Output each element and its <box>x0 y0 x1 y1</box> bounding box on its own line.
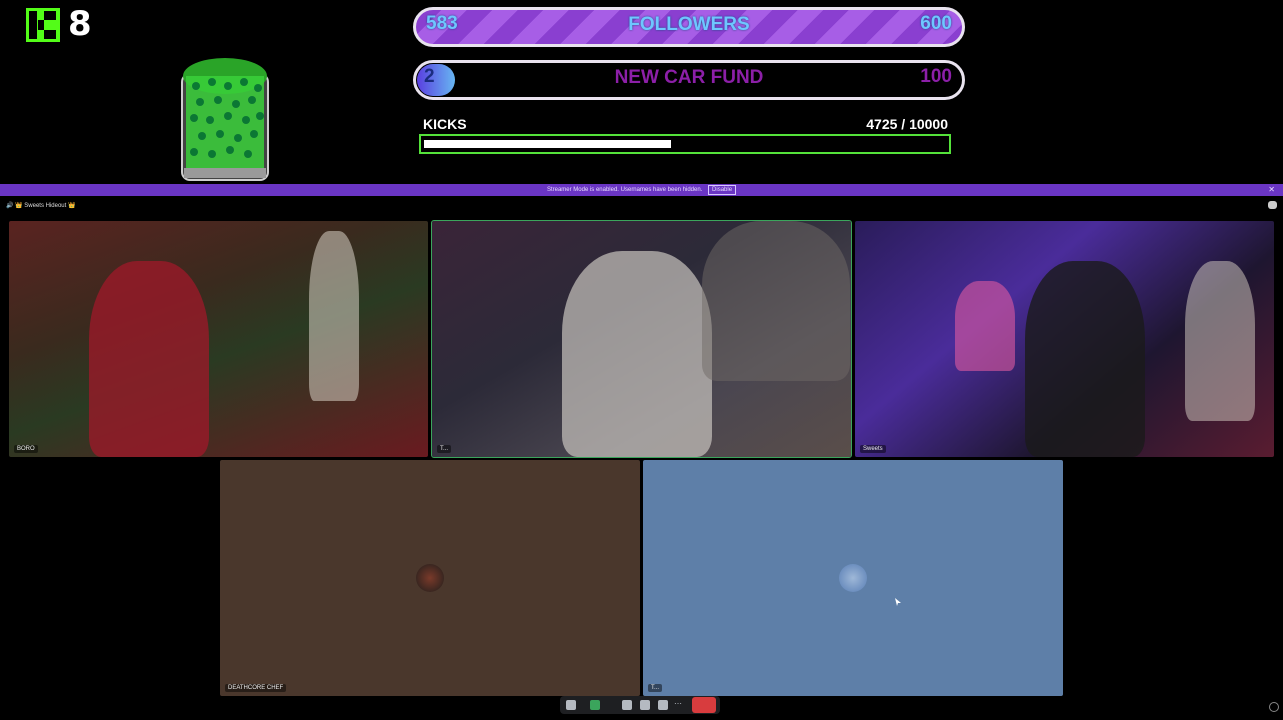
screen-share-icon[interactable] <box>622 700 632 710</box>
car-fund-current: 2 <box>424 66 435 87</box>
call-controls-bar: ⋯ <box>560 696 720 714</box>
tile-username: BORO <box>14 445 38 453</box>
activity-icon[interactable] <box>640 700 650 710</box>
disconnect-button[interactable] <box>692 697 716 713</box>
video-tile[interactable]: Sweets <box>855 221 1274 457</box>
video-tile[interactable]: BORO <box>9 221 428 457</box>
video-tile[interactable]: DEATHCORE CHEF <box>220 460 640 696</box>
streamer-mode-notice: Streamer Mode is enabled. Usernames have… <box>0 184 1283 196</box>
kicks-progress-bar <box>419 134 951 154</box>
tile-username: T... <box>437 445 452 453</box>
tile-username: DEATHCORE CHEF <box>225 684 287 692</box>
video-tile[interactable]: T... <box>431 220 852 458</box>
avatar <box>839 564 867 592</box>
kick-count: 8 <box>68 4 92 44</box>
followers-target: 600 <box>920 13 952 34</box>
kicks-value: 4725 / 10000 <box>866 116 948 132</box>
kick-logo-icon <box>26 8 60 42</box>
kicks-progress-fill <box>424 140 671 148</box>
car-fund-label: NEW CAR FUND <box>614 67 764 88</box>
kick-jar-icon <box>181 58 269 181</box>
followers-goal-bar: 583 FOLLOWERS 600 <box>413 7 965 47</box>
camera-icon[interactable] <box>590 700 600 710</box>
car-fund-goal-bar: 2 NEW CAR FUND 100 <box>413 60 965 100</box>
car-fund-target: 100 <box>920 66 952 87</box>
kicks-label: KICKS <box>423 116 467 132</box>
disable-streamer-mode-button[interactable]: Disable <box>708 185 737 195</box>
close-icon[interactable]: ✕ <box>1268 184 1275 196</box>
soundboard-icon[interactable] <box>658 700 668 710</box>
microphone-icon[interactable] <box>566 700 576 710</box>
streamer-mode-text: Streamer Mode is enabled. Usernames have… <box>546 187 703 193</box>
more-icon[interactable]: ⋯ <box>674 700 684 710</box>
followers-label: FOLLOWERS <box>628 14 750 35</box>
video-tile[interactable]: T... <box>643 460 1063 696</box>
tile-username: Sweets <box>860 445 886 453</box>
avatar <box>416 564 444 592</box>
mouse-cursor-icon <box>895 598 901 606</box>
voice-channel-title: 🔊 👑 Sweets Hideout 👑 <box>6 203 76 209</box>
gear-icon[interactable] <box>1269 702 1279 712</box>
chat-icon[interactable] <box>1268 201 1277 209</box>
tile-username: T... <box>648 684 663 692</box>
